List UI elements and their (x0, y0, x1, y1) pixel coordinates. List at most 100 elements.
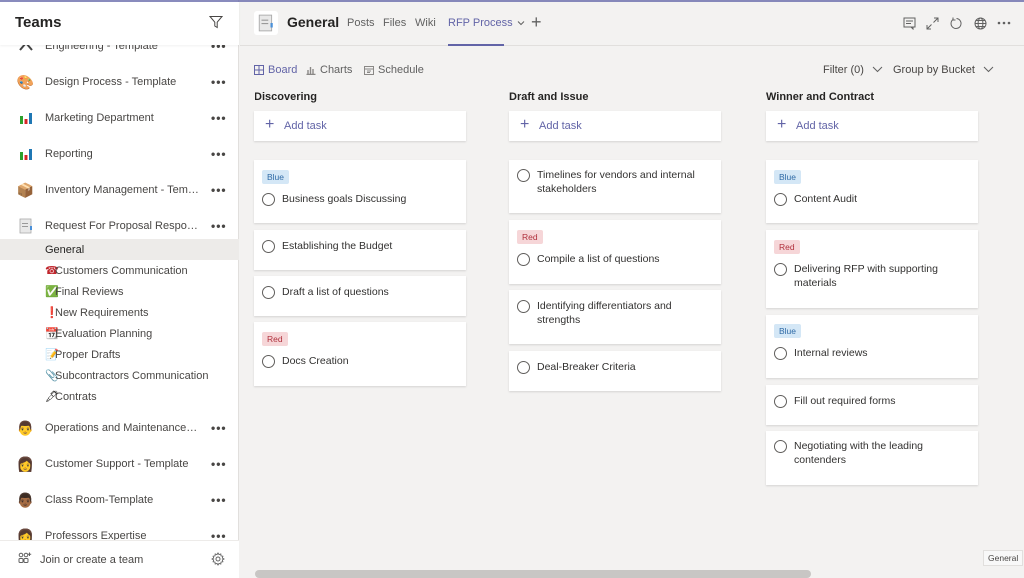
task-complete-checkbox[interactable] (262, 240, 275, 253)
channel-item-final-reviews[interactable]: ✅ Final Reviews (0, 281, 239, 302)
add-tab-button[interactable]: + (531, 12, 542, 33)
sidebar-title: Teams (15, 14, 62, 31)
active-tab-indicator (448, 44, 504, 46)
tab-posts[interactable]: Posts (347, 17, 375, 29)
team-item-design-process[interactable]: 🎨 Design Process - Template ••• (0, 64, 239, 100)
chevron-down-icon (517, 17, 525, 29)
more-options-icon[interactable]: ••• (211, 493, 227, 507)
add-task-button[interactable]: + Add task (509, 111, 721, 141)
task-complete-checkbox[interactable] (262, 355, 275, 368)
palette-icon: 🎨 (16, 73, 35, 90)
team-item-customer-support[interactable]: 👩 Customer Support - Template ••• (0, 446, 239, 482)
document-icon (17, 218, 34, 235)
team-name: Professors Expertise (45, 530, 147, 540)
task-label-badge: Blue (262, 170, 290, 184)
tab-label: RFP Process (448, 17, 513, 29)
task-title: Identifying differentiators and strength… (537, 300, 672, 326)
task-complete-checkbox[interactable] (774, 263, 787, 276)
more-options-icon[interactable]: ••• (211, 219, 227, 233)
add-task-button[interactable]: + Add task (766, 111, 978, 141)
channel-item-customers-communication[interactable]: ☎ Customers Communication (0, 260, 239, 281)
person-avatar-icon: 👩 (16, 455, 35, 472)
channel-name: New Requirements (55, 306, 149, 319)
task-card[interactable]: Draft a list of questions (254, 276, 466, 316)
more-options-icon[interactable]: ••• (211, 111, 227, 125)
more-options-icon[interactable]: ••• (211, 457, 227, 471)
gear-icon[interactable] (211, 552, 225, 566)
view-charts[interactable]: Charts (306, 64, 352, 76)
team-item-professors-expertise[interactable]: 👩 Professors Expertise ••• (0, 518, 239, 541)
channel-team-icon (254, 11, 278, 35)
teams-list[interactable]: Engineering - Template ••• 🎨 Design Proc… (0, 28, 239, 540)
team-item-class-room[interactable]: 👨🏾 Class Room-Template ••• (0, 482, 239, 518)
more-options-icon[interactable]: ••• (211, 529, 227, 540)
globe-icon[interactable] (972, 15, 988, 31)
task-card[interactable]: Deal-Breaker Criteria (509, 351, 721, 391)
expand-icon[interactable] (924, 15, 940, 31)
conversation-icon[interactable] (901, 15, 917, 31)
task-complete-checkbox[interactable] (517, 169, 530, 182)
task-label-badge: Red (774, 240, 800, 254)
channel-item-subcontractors-communication[interactable]: 📎 Subcontractors Communication (0, 365, 239, 386)
group-by-dropdown[interactable]: Group by Bucket (893, 64, 994, 76)
join-or-create-team-button[interactable]: Join or create a team (18, 551, 143, 569)
more-options-icon[interactable]: ••• (211, 421, 227, 435)
team-item-inventory[interactable]: 📦 Inventory Management - Temp... ••• (0, 172, 239, 208)
channel-item-evaluation-planning[interactable]: 📆 Evaluation Planning (0, 323, 239, 344)
add-task-label: Add task (539, 120, 582, 132)
more-options-icon[interactable]: ••• (211, 147, 227, 161)
horizontal-scrollbar[interactable] (255, 570, 811, 578)
task-card[interactable]: Blue Business goals Discussing (254, 160, 466, 223)
board-icon (254, 65, 264, 75)
task-card[interactable]: Timelines for vendors and internal stake… (509, 160, 721, 213)
view-board[interactable]: Board (254, 64, 297, 76)
team-item-operations[interactable]: 👨 Operations and Maintenance - ... ••• (0, 410, 239, 446)
task-title: Content Audit (794, 193, 858, 205)
filter-dropdown[interactable]: Filter (0) (823, 64, 883, 76)
team-name: Operations and Maintenance - ... (45, 422, 200, 434)
view-schedule[interactable]: Schedule (364, 64, 424, 76)
task-complete-checkbox[interactable] (262, 286, 275, 299)
team-item-reporting[interactable]: Reporting ••• (0, 136, 239, 172)
task-complete-checkbox[interactable] (517, 300, 530, 313)
add-task-button[interactable]: + Add task (254, 111, 466, 141)
filter-icon[interactable] (208, 15, 225, 31)
task-title: Draft a list of questions (282, 286, 389, 298)
task-complete-checkbox[interactable] (774, 347, 787, 360)
refresh-icon[interactable] (948, 15, 964, 31)
task-card[interactable]: Red Compile a list of questions (509, 220, 721, 284)
channel-item-contrats[interactable]: 🖋 Contrats (0, 386, 239, 407)
more-options-icon[interactable] (996, 15, 1012, 31)
task-title: Docs Creation (282, 355, 349, 367)
channel-header: General Posts Files Wiki RFP Process + (240, 2, 1024, 46)
bucket-title: Draft and Issue (509, 91, 589, 103)
channel-item-general[interactable]: General (0, 239, 239, 260)
task-card[interactable]: Identifying differentiators and strength… (509, 290, 721, 344)
more-options-icon[interactable]: ••• (211, 75, 227, 89)
view-label: Schedule (378, 64, 424, 76)
task-complete-checkbox[interactable] (774, 440, 787, 453)
view-label: Charts (320, 64, 353, 76)
task-card[interactable]: Blue Internal reviews (766, 315, 978, 378)
team-name: Class Room-Template (45, 494, 154, 506)
task-card[interactable]: Establishing the Budget (254, 230, 466, 270)
task-complete-checkbox[interactable] (517, 253, 530, 266)
task-card[interactable]: Fill out required forms (766, 385, 978, 425)
more-options-icon[interactable]: ••• (211, 183, 227, 197)
team-item-marketing[interactable]: Marketing Department ••• (0, 100, 239, 136)
task-complete-checkbox[interactable] (262, 193, 275, 206)
task-card[interactable]: Negotiating with the leading contenders (766, 431, 978, 485)
task-complete-checkbox[interactable] (774, 193, 787, 206)
tab-files[interactable]: Files (383, 17, 406, 29)
bar-chart-icon (17, 146, 34, 163)
tab-rfp-process[interactable]: RFP Process (448, 17, 525, 29)
task-complete-checkbox[interactable] (517, 361, 530, 374)
channel-item-new-requirements[interactable]: ❗ New Requirements (0, 302, 239, 323)
tab-wiki[interactable]: Wiki (415, 17, 436, 29)
channel-item-proper-drafts[interactable]: 📝 Proper Drafts (0, 344, 239, 365)
task-card[interactable]: Red Docs Creation (254, 322, 466, 386)
task-complete-checkbox[interactable] (774, 395, 787, 408)
tooltip: General (983, 550, 1024, 566)
task-card[interactable]: Red Delivering RFP with supporting mater… (766, 230, 978, 308)
task-card[interactable]: Blue Content Audit (766, 160, 978, 223)
